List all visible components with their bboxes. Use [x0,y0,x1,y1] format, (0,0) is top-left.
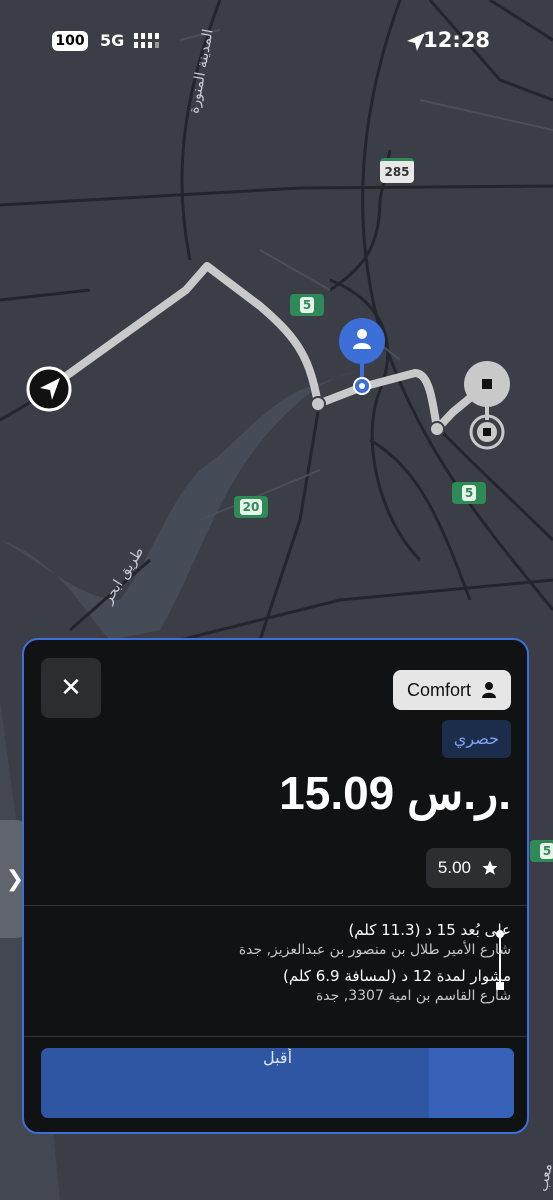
divider [24,905,527,906]
divider [24,1036,527,1037]
pickup-address: شارع الأمير طلال بن منصور بن عبدالعزيز, … [238,942,511,958]
route-waypoint [310,396,326,412]
vehicle-type-label: Comfort [406,679,471,700]
rider-rating: 5.00 [425,848,511,888]
road-badge-5: 5 [530,840,553,862]
exclusive-tag: حصري [441,720,511,758]
star-icon [482,860,498,875]
road-badge-5: 5 [452,482,486,504]
fare-price: 15.09 ر.س. [279,767,511,819]
accept-button[interactable]: أقبل [41,1048,514,1118]
road-badge-5: 5 [290,294,324,316]
network-type: 5G [100,31,125,50]
battery-indicator: 100 [52,31,88,51]
vehicle-type-badge: Comfort [392,670,511,710]
person-icon [482,682,496,698]
route-waypoint [429,421,445,437]
road-badge-20: 20 [234,496,268,518]
trip-details: على بُعد 15 د (11.3 كلم) شارع الأمير طلا… [51,920,511,1006]
close-button[interactable]: ✕ [41,658,101,718]
pickup-eta: على بُعد 15 د (11.3 كلم) [348,921,511,939]
accept-label: أقبل [262,1048,293,1067]
rating-value: 5.00 [437,858,471,877]
navigation-arrow-icon [26,366,72,412]
close-icon: ✕ [60,673,82,703]
road-badge-285: 285 [380,158,414,183]
clock: 12:28 [423,28,490,52]
dropoff-address: شارع القاسم بن امية 3307, جدة [315,988,511,1004]
status-bar: 100 5G 12:28 [0,0,553,80]
ride-request-card: ✕ Comfort حصري 15.09 ر.س. 5.00 على بُعد … [22,638,529,1134]
trip-duration: مشوار لمدة 12 د (لمسافة 6.9 كلم) [282,967,511,985]
signal-icon [134,33,159,48]
